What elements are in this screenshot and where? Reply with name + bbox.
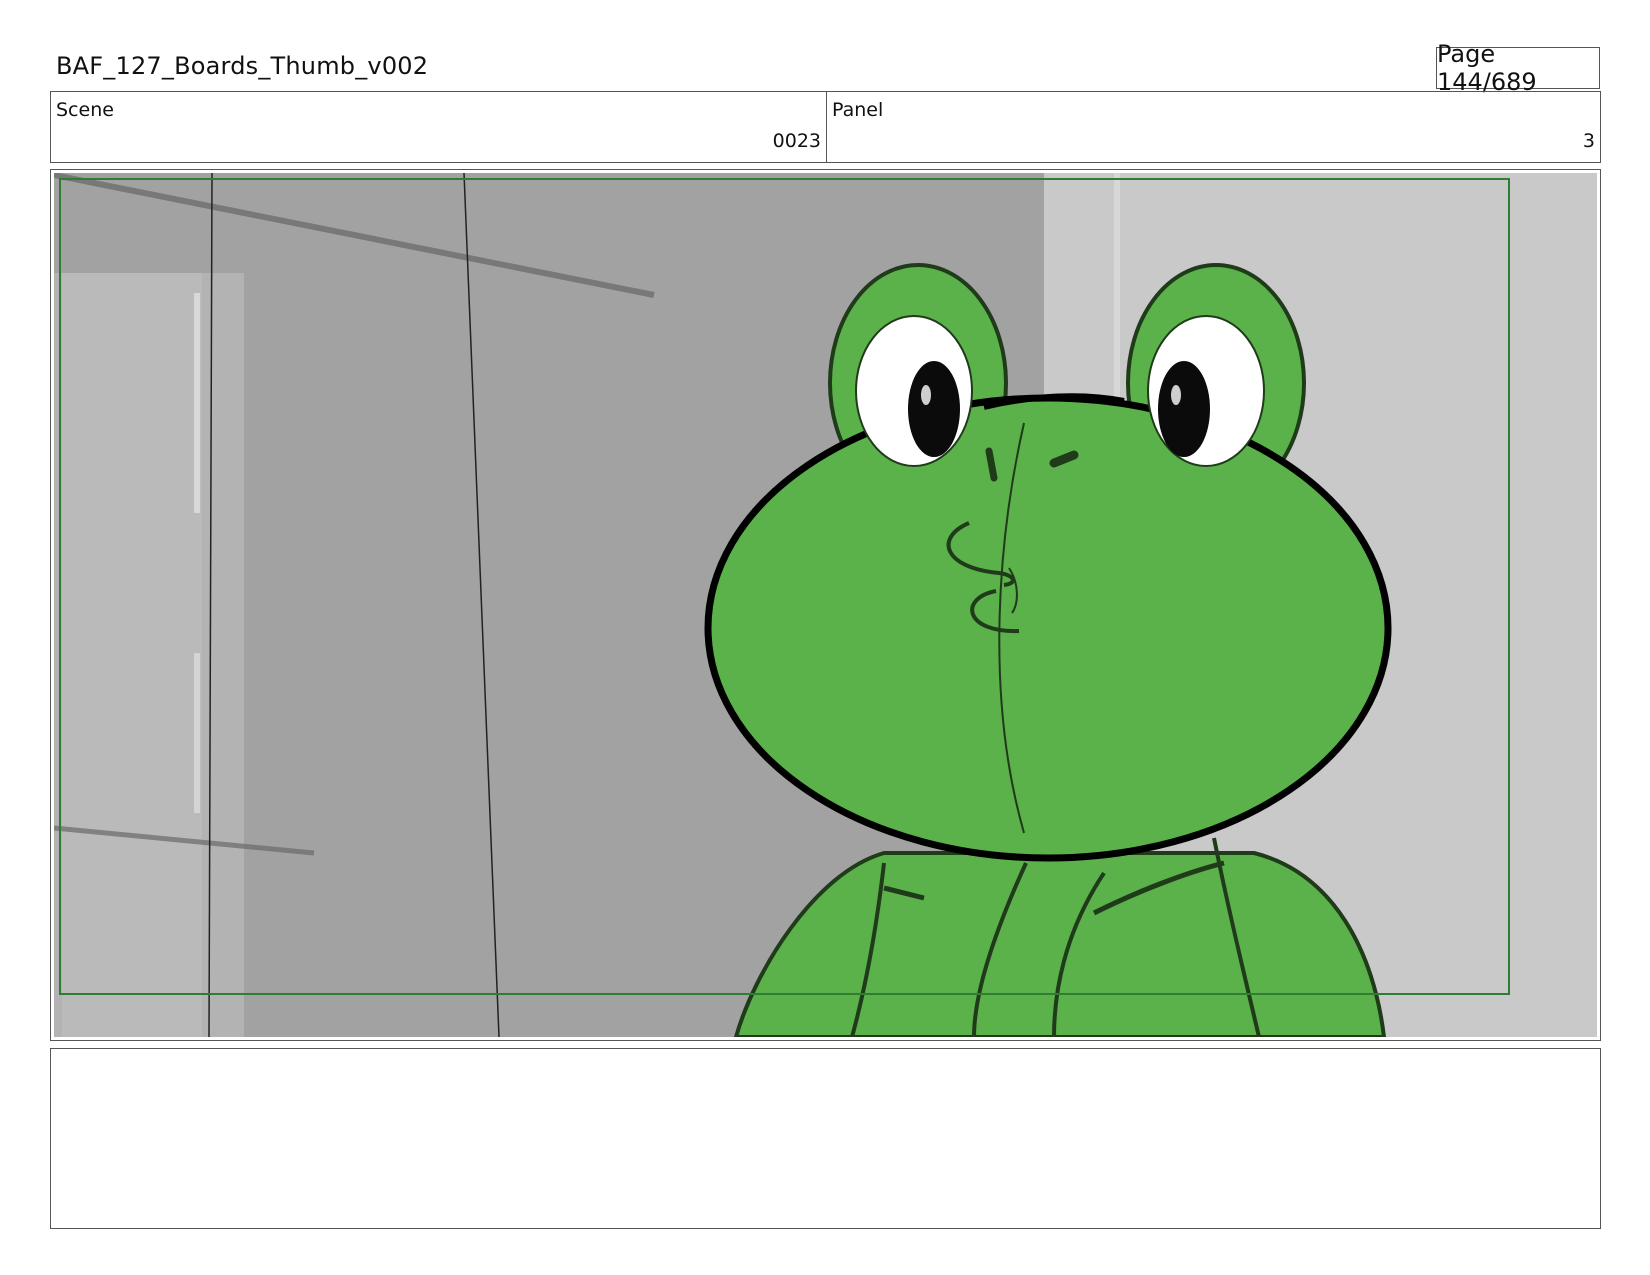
panel-label: Panel [832,99,884,121]
info-row: Scene 0023 Panel 3 [50,91,1601,163]
document-title: BAF_127_Boards_Thumb_v002 [56,52,429,80]
frog-body [733,851,1387,1037]
scene-number: 0023 [772,130,821,152]
scene-cell: Scene 0023 [51,92,827,162]
notes-box [50,1048,1601,1229]
storyboard-artwork [54,173,1597,1037]
frog-pupil-right [1158,361,1210,457]
panel-cell: Panel 3 [827,92,1600,162]
panel-number: 3 [1582,130,1595,152]
storyboard-frame [50,169,1601,1041]
frog-pupil-left [908,361,960,457]
scene-label: Scene [56,99,114,121]
frog-head [704,394,1392,862]
page-indicator: Page 144/689 [1436,40,1600,96]
